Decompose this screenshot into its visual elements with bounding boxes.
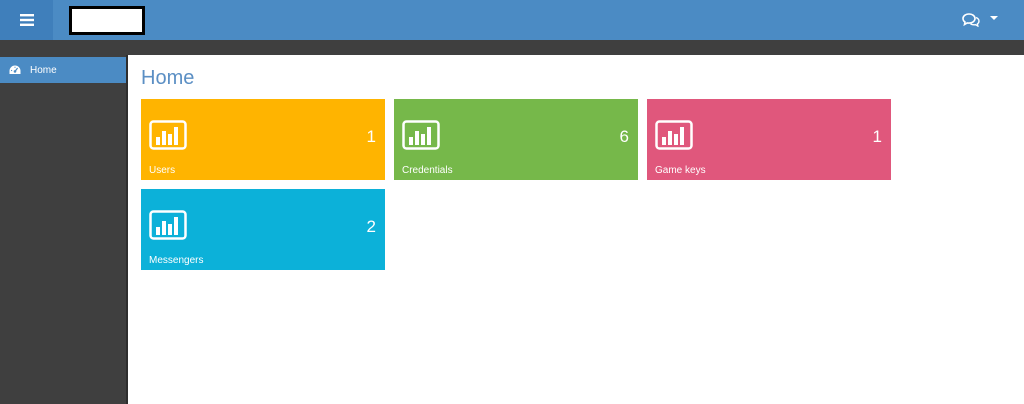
tile-value: 6 [619,127,629,146]
bar-chart-icon [149,210,187,240]
bar-chart-icon [402,120,440,150]
logo-redacted [69,6,145,35]
sidebar: Home [0,55,126,404]
tile-value: 1 [872,127,882,146]
stat-tile-credentials[interactable]: 6 Credentials [394,99,638,180]
bar-chart-icon [149,120,187,150]
tile-label: Credentials [402,165,453,176]
bar-chart-icon [655,120,693,150]
tile-label: Messengers [149,255,204,266]
chat-bubbles-icon [962,13,980,27]
tile-label: Game keys [655,165,706,176]
stat-tile-game-keys[interactable]: 1 Game keys [647,99,891,180]
tile-value: 1 [366,127,376,146]
header-divider-strip [0,40,1024,55]
stat-tile-messengers[interactable]: 2 Messengers [141,189,385,270]
main-content: Home 1 Users 6 Credentials 1 Game keys 2… [128,55,1024,404]
page-title: Home [141,67,195,89]
menu-toggle-button[interactable] [0,0,53,40]
tile-value: 2 [366,217,376,236]
caret-down-icon [990,16,998,20]
sidebar-item-home[interactable]: Home [0,57,126,83]
tile-label: Users [149,165,176,176]
stat-tile-users[interactable]: 1 Users [141,99,385,180]
messages-dropdown-button[interactable] [962,10,1006,30]
sidebar-item-label: Home [30,64,57,76]
dashboard-gauge-icon [9,65,21,74]
hamburger-menu-icon [19,14,34,26]
top-navbar [0,0,1024,40]
